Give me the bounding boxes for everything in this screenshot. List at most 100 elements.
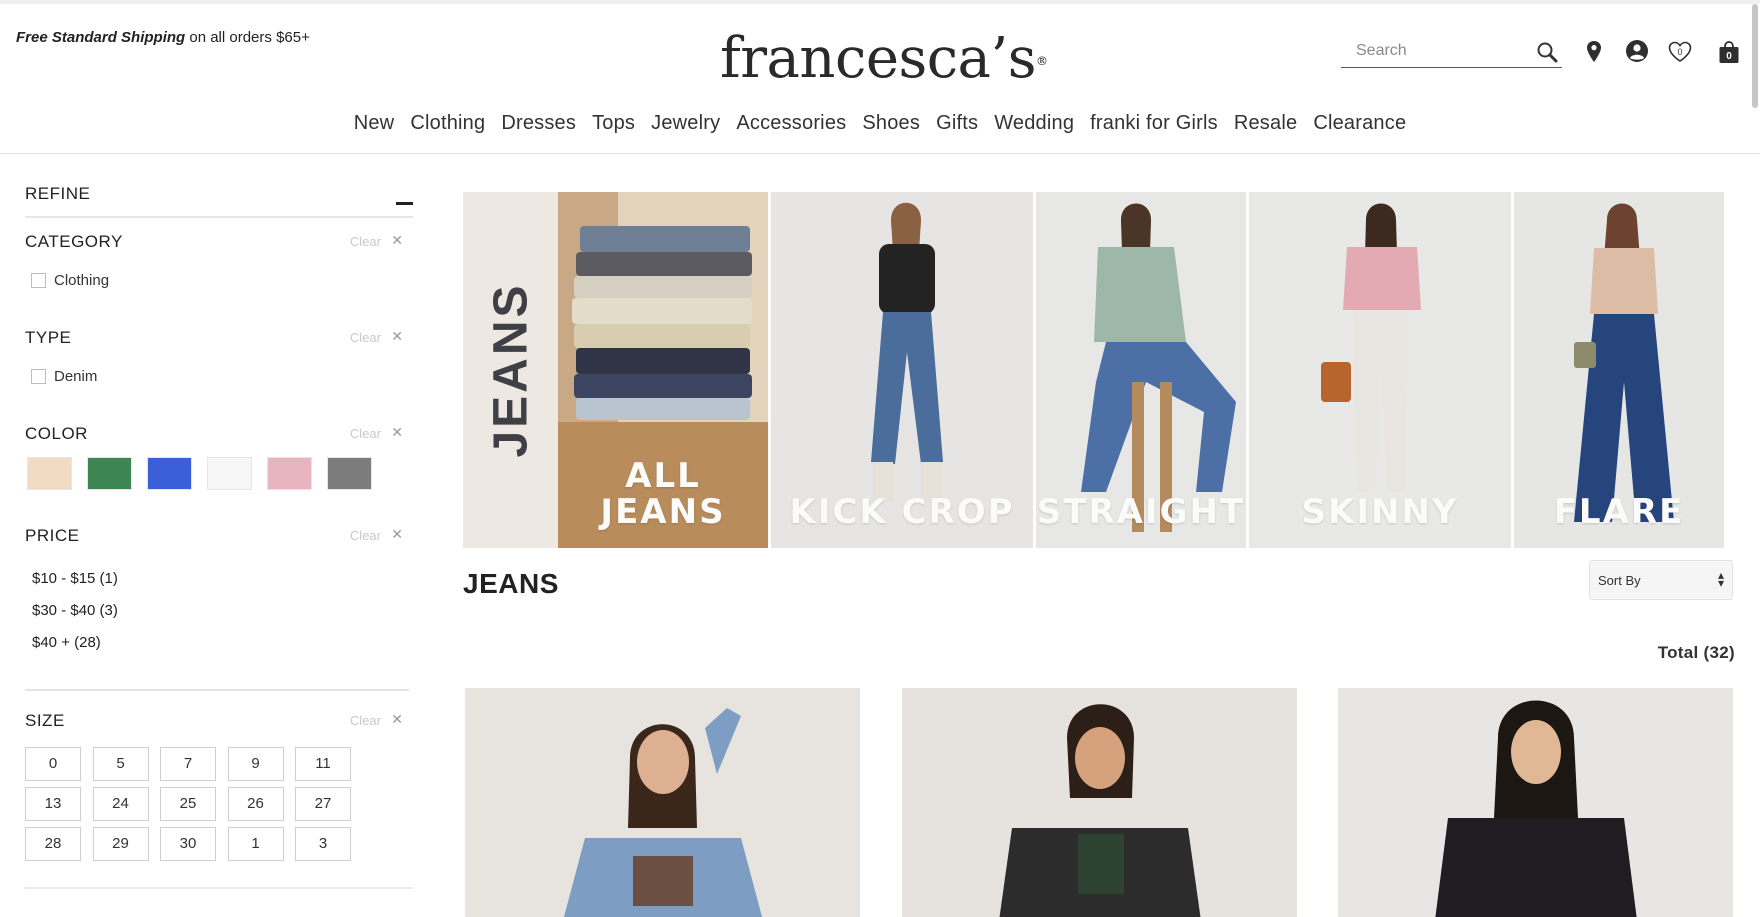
nav-item-dresses[interactable]: Dresses (501, 112, 576, 135)
type-option-denim[interactable]: Denim (31, 368, 97, 385)
banner-caption-line1: FLARE (1553, 492, 1685, 532)
size-option[interactable]: 26 (227, 787, 284, 821)
size-option[interactable]: 0 (25, 747, 81, 781)
size-option[interactable]: 7 (160, 747, 216, 781)
filter-color: COLOR Clear ✕ (25, 424, 413, 444)
refine-title: REFINE (25, 184, 91, 203)
site-logo[interactable]: francesca’s® (720, 26, 1048, 91)
size-option[interactable]: 3 (295, 827, 351, 861)
banner-panel-straight[interactable]: STRAIGHT (1036, 192, 1246, 548)
banner-panel-all-jeans[interactable]: ALL JEANS (558, 192, 768, 548)
nav-item-clearance[interactable]: Clearance (1313, 112, 1406, 135)
banner-caption: ALL JEANS (558, 458, 768, 530)
banner-panel-skinny[interactable]: SKINNY (1249, 192, 1511, 548)
filter-category-clear[interactable]: Clear (350, 234, 381, 249)
filter-price: PRICE Clear ✕ (25, 526, 413, 546)
product-card[interactable] (465, 688, 860, 917)
sort-by-select[interactable]: Sort By ▴ ▾ (1589, 560, 1733, 600)
nav-item-tops[interactable]: Tops (592, 112, 635, 135)
logo-text: francesca’s (720, 26, 1036, 91)
product-card[interactable] (1338, 688, 1733, 917)
color-swatch-white[interactable] (207, 457, 252, 490)
refine-header[interactable]: REFINE (25, 180, 413, 218)
size-option[interactable]: 28 (25, 827, 81, 861)
promo-text: on all orders $65+ (185, 29, 310, 46)
banner-panel-flare[interactable]: FLARE (1514, 192, 1724, 548)
logo-registered-mark: ® (1035, 54, 1048, 68)
filter-type-clear[interactable]: Clear (350, 330, 381, 345)
color-swatch-blue[interactable] (147, 457, 192, 490)
banner-caption: SKINNY (1249, 494, 1511, 530)
size-option[interactable]: 29 (92, 827, 149, 861)
checkbox[interactable] (31, 273, 46, 288)
shopping-bag-icon[interactable]: 0 (1715, 38, 1743, 66)
size-grid: 0 5 7 9 11 13 24 25 26 27 28 29 30 1 3 (25, 747, 351, 861)
sidebar-divider (25, 887, 413, 889)
color-swatch-pink[interactable] (267, 457, 312, 490)
nav-item-jewelry[interactable]: Jewelry (651, 112, 720, 135)
filter-type: TYPE Clear ✕ Denim (25, 328, 413, 385)
nav-item-clothing[interactable]: Clothing (410, 112, 485, 135)
nav-item-wedding[interactable]: Wedding (994, 112, 1074, 135)
filter-color-clear[interactable]: Clear (350, 426, 381, 441)
top-border (0, 0, 1760, 4)
size-option[interactable]: 30 (160, 827, 216, 861)
size-option[interactable]: 5 (92, 747, 149, 781)
product-image (1338, 688, 1733, 917)
size-option[interactable]: 13 (25, 787, 81, 821)
nav-item-shoes[interactable]: Shoes (862, 112, 920, 135)
filter-type-close-icon[interactable]: ✕ (391, 328, 403, 345)
size-option[interactable]: 27 (295, 787, 351, 821)
banner-panel-kick-crop[interactable]: KICK CROP (771, 192, 1033, 548)
account-icon[interactable] (1623, 38, 1651, 66)
color-swatch-grey[interactable] (327, 457, 372, 490)
category-option-clothing[interactable]: Clothing (31, 272, 109, 289)
size-option[interactable]: 9 (227, 747, 284, 781)
product-image (465, 688, 860, 917)
product-card[interactable] (902, 688, 1297, 917)
price-option[interactable]: $10 - $15 (1) (32, 570, 118, 587)
banner-caption: FLARE (1514, 494, 1724, 530)
filter-size: SIZE Clear ✕ (25, 711, 413, 731)
sort-by-label: Sort By (1598, 573, 1641, 588)
color-swatch-green[interactable] (87, 457, 132, 490)
nav-item-resale[interactable]: Resale (1234, 112, 1297, 135)
price-option[interactable]: $40 + (28) (32, 634, 101, 651)
banner-side-title: JEANS (463, 192, 558, 548)
size-option[interactable]: 24 (92, 787, 149, 821)
banner-caption: KICK CROP (771, 494, 1033, 530)
nav-item-new[interactable]: New (354, 112, 395, 135)
size-option[interactable]: 1 (227, 827, 284, 861)
main-navigation: New Clothing Dresses Tops Jewelry Accessories… (0, 112, 1760, 146)
select-arrows-icon: ▴ ▾ (1717, 568, 1724, 590)
nav-item-gifts[interactable]: Gifts (936, 112, 978, 135)
nav-divider (0, 153, 1760, 154)
nav-item-accessories[interactable]: Accessories (736, 112, 846, 135)
banner-caption-line2: JEANS (600, 492, 726, 532)
filter-color-close-icon[interactable]: ✕ (391, 424, 403, 441)
price-option[interactable]: $30 - $40 (3) (32, 602, 118, 619)
wishlist-heart-icon[interactable]: 0 (1666, 38, 1694, 66)
size-option[interactable]: 25 (160, 787, 216, 821)
shipping-promo[interactable]: Free Standard Shipping on all orders $65… (16, 29, 310, 46)
sidebar-divider (25, 689, 409, 691)
search-input[interactable] (1341, 36, 1521, 66)
bag-count: 0 (1726, 51, 1732, 62)
product-image (902, 688, 1297, 917)
filter-price-close-icon[interactable]: ✕ (391, 526, 403, 543)
filter-price-clear[interactable]: Clear (350, 528, 381, 543)
collapse-minus-icon[interactable] (396, 202, 413, 205)
filter-size-close-icon[interactable]: ✕ (391, 711, 403, 728)
banner-caption-line1: STRAIGHT (1036, 492, 1246, 532)
nav-item-franki-for-girls[interactable]: franki for Girls (1090, 112, 1218, 135)
color-swatch-tan[interactable] (27, 457, 72, 490)
page-scrollbar[interactable] (1752, 4, 1758, 108)
results-total: Total (32) (1657, 643, 1735, 662)
checkbox[interactable] (31, 369, 46, 384)
search-icon[interactable] (1536, 41, 1558, 63)
store-location-icon[interactable] (1580, 38, 1608, 66)
wishlist-count: 0 (1677, 47, 1682, 57)
filter-category-close-icon[interactable]: ✕ (391, 232, 403, 249)
filter-size-clear[interactable]: Clear (350, 713, 381, 728)
size-option[interactable]: 11 (295, 747, 351, 781)
